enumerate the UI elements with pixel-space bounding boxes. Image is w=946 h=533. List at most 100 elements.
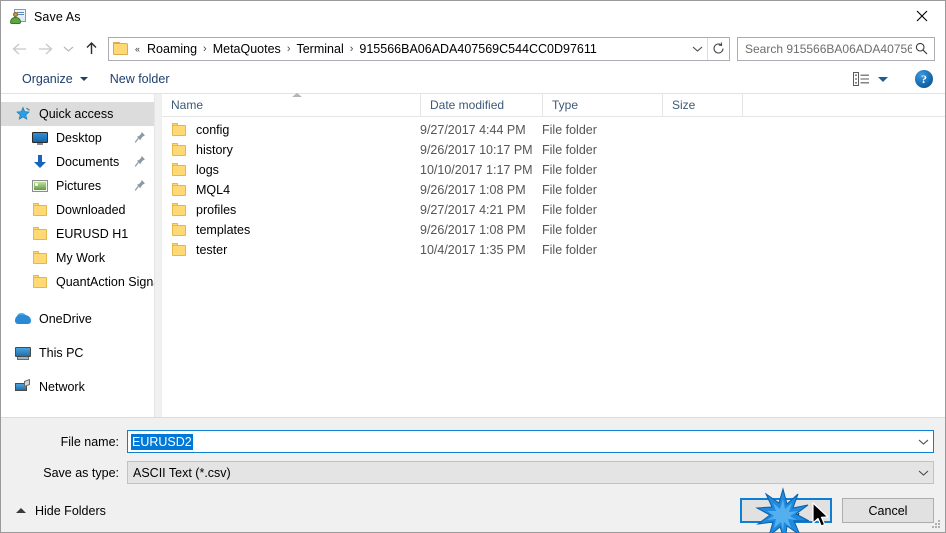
file-date: 9/27/2017 4:44 PM [420, 123, 526, 137]
folder-icon [32, 226, 48, 242]
address-dropdown-button[interactable] [687, 38, 707, 60]
filetype-dropdown-button[interactable] [914, 462, 933, 483]
download-icon [32, 154, 48, 170]
cancel-button[interactable]: Cancel [842, 498, 934, 523]
sort-ascending-icon [292, 92, 302, 97]
star-icon [15, 106, 31, 122]
column-label: Size [672, 98, 696, 112]
refresh-button[interactable] [707, 37, 729, 60]
sidebar-item-label: Quick access [39, 107, 114, 121]
file-type: File folder [542, 203, 597, 217]
filename-dropdown-button[interactable] [914, 431, 933, 452]
sidebar-item-quick-access[interactable]: Quick access [1, 102, 154, 126]
breadcrumb-item-metaquotes[interactable]: MetaQuotes [209, 40, 285, 58]
table-row[interactable]: history 9/26/2017 10:17 PM File folder [162, 140, 945, 160]
sidebar-scrollbar[interactable] [155, 94, 162, 417]
sidebar-item-network[interactable]: Network [1, 375, 154, 399]
chevron-down-icon [918, 470, 929, 476]
file-name: tester [196, 243, 228, 257]
column-header-date-modified[interactable]: Date modified [420, 93, 542, 117]
help-label: ? [921, 71, 927, 86]
sidebar-item-label: Desktop [56, 131, 102, 145]
table-row[interactable]: config 9/27/2017 4:44 PM File folder [162, 120, 945, 140]
sidebar-item-onedrive[interactable]: OneDrive [1, 307, 154, 331]
breadcrumb-separator[interactable]: › [348, 43, 356, 55]
change-view-button[interactable] [848, 69, 893, 90]
close-button[interactable] [899, 1, 945, 31]
breadcrumb-item-terminal[interactable]: Terminal [292, 40, 347, 58]
file-name: MQL4 [196, 183, 231, 197]
view-options-icon [853, 71, 869, 86]
column-header-filler [742, 93, 945, 117]
folder-icon [171, 182, 187, 198]
search-input[interactable]: Search 915566BA06ADA40756... [737, 36, 935, 61]
breadcrumb-separator[interactable]: › [201, 43, 209, 55]
column-header-name[interactable]: Name [162, 92, 420, 117]
table-row[interactable]: logs 10/10/2017 1:17 PM File folder [162, 160, 945, 180]
file-type: File folder [542, 183, 597, 197]
search-icon [912, 42, 930, 55]
table-row[interactable]: MQL4 9/26/2017 1:08 PM File folder [162, 180, 945, 200]
save-button[interactable]: Save [740, 498, 832, 523]
breadcrumb: « Roaming › MetaQuotes › Terminal › 9155… [132, 40, 687, 58]
sidebar-item-eurusd-h1[interactable]: EURUSD H1 [1, 222, 154, 246]
resize-grip[interactable] [930, 518, 942, 530]
chevron-down-icon [79, 77, 88, 81]
back-button[interactable] [6, 37, 32, 61]
column-header-size[interactable]: Size [662, 93, 742, 117]
organize-button[interactable]: Organize [15, 69, 95, 89]
breadcrumb-item-terminal-id[interactable]: 915566BA06ADA407569C544CC0D97611 [355, 40, 600, 58]
sidebar-item-pictures[interactable]: Pictures [1, 174, 154, 198]
hide-folders-button[interactable]: Hide Folders [12, 504, 106, 518]
breadcrumb-item-roaming[interactable]: Roaming [143, 40, 201, 58]
file-list-pane: Name Date modified Type Size config 9/27… [162, 92, 945, 417]
file-name: history [196, 143, 233, 157]
table-row[interactable]: templates 9/26/2017 1:08 PM File folder [162, 220, 945, 240]
sidebar-item-my-work[interactable]: My Work [1, 246, 154, 270]
sidebar-item-label: OneDrive [39, 312, 92, 326]
breadcrumb-overflow[interactable]: « [132, 44, 143, 54]
network-icon [15, 378, 31, 395]
pin-icon[interactable] [134, 131, 146, 144]
filename-input[interactable]: EURUSD2 [127, 430, 934, 453]
chevron-up-icon [16, 508, 26, 513]
sidebar-item-desktop[interactable]: Desktop [1, 126, 154, 150]
breadcrumb-separator[interactable]: › [285, 43, 293, 55]
sidebar-item-documents[interactable]: Documents [1, 150, 154, 174]
file-date: 9/26/2017 1:08 PM [420, 183, 526, 197]
dialog-actions: Hide Folders Save Cancel [1, 492, 945, 532]
filetype-select[interactable]: ASCII Text (*.csv) [127, 461, 934, 484]
table-row[interactable]: profiles 9/27/2017 4:21 PM File folder [162, 200, 945, 220]
sidebar-item-downloaded[interactable]: Downloaded [1, 198, 154, 222]
forward-button[interactable] [32, 37, 58, 61]
arrow-up-icon [86, 42, 96, 54]
save-as-dialog: Save As « Roaming › MetaQuotes › Termina… [0, 0, 946, 533]
sidebar-item-label: My Work [56, 251, 106, 265]
navigation-sidebar: Quick access Desktop Documents Pictures … [1, 94, 154, 417]
pin-icon[interactable] [134, 179, 146, 192]
help-icon[interactable]: ? [915, 70, 933, 88]
filetype-value: ASCII Text (*.csv) [133, 465, 231, 480]
command-toolbar: Organize New folder ? [1, 65, 945, 94]
chevron-down-icon [918, 439, 929, 445]
column-header-type[interactable]: Type [542, 93, 662, 117]
folder-icon [171, 162, 187, 178]
pin-icon[interactable] [134, 155, 146, 168]
sidebar-item-label: This PC [39, 346, 84, 360]
file-name: logs [196, 163, 219, 177]
file-date: 9/26/2017 10:17 PM [420, 143, 533, 157]
up-button[interactable] [78, 37, 104, 61]
new-folder-button[interactable]: New folder [103, 69, 177, 89]
file-type: File folder [542, 243, 597, 257]
filename-label: File name: [60, 434, 119, 449]
recent-locations-button[interactable] [58, 37, 78, 61]
dialog-body: Quick access Desktop Documents Pictures … [1, 92, 945, 418]
sidebar-item-quantaction-signal[interactable]: QuantAction Signal [1, 270, 154, 294]
address-bar[interactable]: « Roaming › MetaQuotes › Terminal › 9155… [108, 36, 730, 61]
file-date: 10/4/2017 1:35 PM [420, 243, 526, 257]
sidebar-item-label: Pictures [56, 179, 102, 193]
table-row[interactable]: tester 10/4/2017 1:35 PM File folder [162, 240, 945, 260]
this-pc-icon [15, 345, 31, 361]
organize-label: Organize [22, 72, 73, 86]
sidebar-item-this-pc[interactable]: This PC [1, 341, 154, 365]
